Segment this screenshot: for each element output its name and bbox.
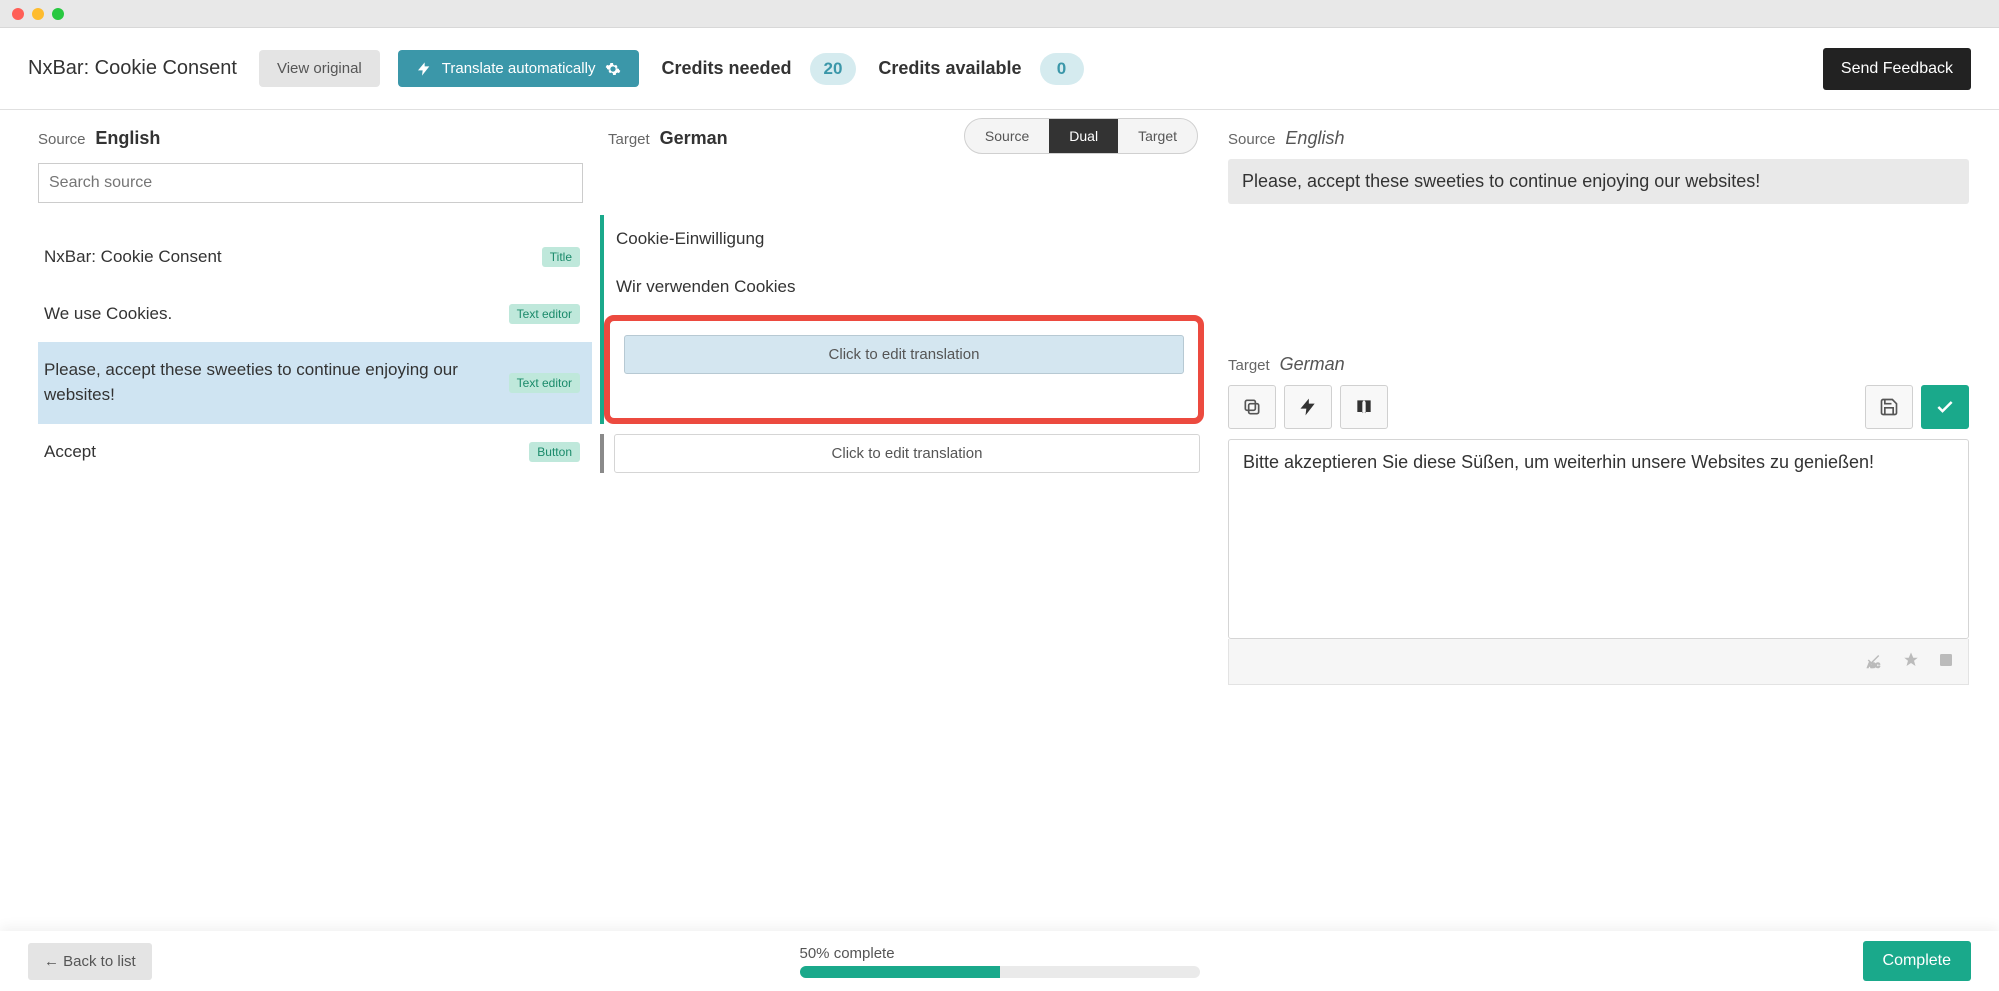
detail-source-label: Source (1228, 131, 1276, 148)
window-zoom-dot[interactable] (52, 8, 64, 20)
detail-target-label: Target (1228, 357, 1270, 374)
credits-needed-value: 20 (810, 53, 857, 85)
check-icon (1935, 397, 1955, 417)
view-mode-source[interactable]: Source (965, 119, 1049, 153)
credits-available-label: Credits available (878, 58, 1021, 79)
progress-section: 50% complete (800, 945, 1200, 978)
source-row[interactable]: We use Cookies. Text editor (38, 286, 592, 343)
source-rows: NxBar: Cookie Consent Title We use Cooki… (38, 229, 592, 480)
translation-cell[interactable]: Wir verwenden Cookies (604, 263, 1210, 311)
highlighted-edit-area: Click to edit translation (604, 315, 1204, 424)
target-footer: ABC (1228, 639, 1969, 685)
detail-source-text: Please, accept these sweeties to continu… (1228, 159, 1969, 204)
glossary-button[interactable] (1340, 385, 1388, 429)
detail-source-header: Source English (1228, 128, 1969, 149)
credits-needed-label: Credits needed (661, 58, 791, 79)
bolt-icon (416, 61, 432, 77)
copy-source-button[interactable] (1228, 385, 1276, 429)
copy-icon (1242, 397, 1262, 417)
target-translation-input[interactable]: Bitte akzeptieren Sie diese Süßen, um we… (1228, 439, 1969, 639)
send-feedback-button[interactable]: Send Feedback (1823, 48, 1971, 90)
click-to-edit-translation[interactable]: Click to edit translation (624, 335, 1184, 374)
source-row-text: Accept (44, 440, 529, 465)
view-mode-dual[interactable]: Dual (1049, 119, 1118, 153)
view-original-button[interactable]: View original (259, 50, 380, 87)
target-toolbar (1228, 385, 1969, 429)
top-toolbar: NxBar: Cookie Consent View original Tran… (0, 28, 1999, 110)
target-label: Target (608, 131, 650, 148)
target-language: German (660, 128, 728, 148)
window-minimize-dot[interactable] (32, 8, 44, 20)
save-icon (1879, 397, 1899, 417)
credits-available-value: 0 (1040, 53, 1084, 85)
search-source-input[interactable] (38, 163, 583, 203)
back-to-list-button[interactable]: ← Back to list (28, 943, 152, 980)
detail-source-language: English (1285, 128, 1344, 148)
detail-panel: Source English Please, accept these swee… (1210, 110, 1999, 929)
source-row-tag: Text editor (509, 304, 580, 324)
progress-bar (800, 966, 1200, 978)
main-area: Source English NxBar: Cookie Consent Tit… (0, 110, 1999, 929)
click-to-edit-translation[interactable]: Click to edit translation (614, 434, 1200, 473)
expand-icon[interactable] (1938, 652, 1954, 671)
window-titlebar (0, 0, 1999, 28)
window-close-dot[interactable] (12, 8, 24, 20)
source-row[interactable]: NxBar: Cookie Consent Title (38, 229, 592, 286)
bolt-icon (1298, 397, 1318, 417)
source-lang-header: Source English (38, 128, 592, 149)
view-mode-segmented: Source Dual Target (964, 118, 1198, 154)
source-label: Source (38, 131, 86, 148)
translate-automatically-button[interactable]: Translate automatically (398, 50, 640, 87)
source-row-text: We use Cookies. (44, 302, 509, 327)
translated-group: Cookie-Einwilligung Wir verwenden Cookie… (600, 215, 1210, 424)
untranslated-group: Click to edit translation (600, 434, 1210, 473)
spellcheck-icon[interactable]: ABC (1866, 651, 1884, 672)
progress-label: 50% complete (800, 945, 1200, 962)
confirm-translation-button[interactable] (1921, 385, 1969, 429)
translate-automatically-label: Translate automatically (442, 60, 596, 77)
bottom-bar: ← Back to list 50% complete Complete (0, 931, 1999, 991)
gear-icon (605, 61, 621, 77)
target-column: Target German Source Dual Target Cookie-… (600, 110, 1210, 929)
save-draft-button[interactable] (1865, 385, 1913, 429)
book-icon (1354, 397, 1374, 417)
source-row-tag: Button (529, 442, 580, 462)
source-row[interactable]: Accept Button (38, 424, 592, 481)
translate-icon[interactable] (1902, 651, 1920, 672)
view-mode-target[interactable]: Target (1118, 119, 1197, 153)
detail-target-header: Target German (1228, 354, 1969, 375)
page-title: NxBar: Cookie Consent (28, 57, 237, 80)
svg-text:ABC: ABC (1868, 664, 1881, 670)
source-row-text: Please, accept these sweeties to continu… (44, 358, 509, 407)
source-row-text: NxBar: Cookie Consent (44, 245, 542, 270)
source-row-tag: Text editor (509, 373, 580, 393)
complete-button[interactable]: Complete (1863, 941, 1971, 981)
translation-cell[interactable]: Cookie-Einwilligung (604, 215, 1210, 263)
auto-translate-button[interactable] (1284, 385, 1332, 429)
progress-fill (800, 966, 1000, 978)
source-row-tag: Title (542, 247, 580, 267)
source-row-selected[interactable]: Please, accept these sweeties to continu… (38, 342, 592, 423)
source-language: English (95, 128, 160, 148)
detail-target-language: German (1280, 354, 1345, 374)
source-column: Source English NxBar: Cookie Consent Tit… (0, 110, 600, 929)
